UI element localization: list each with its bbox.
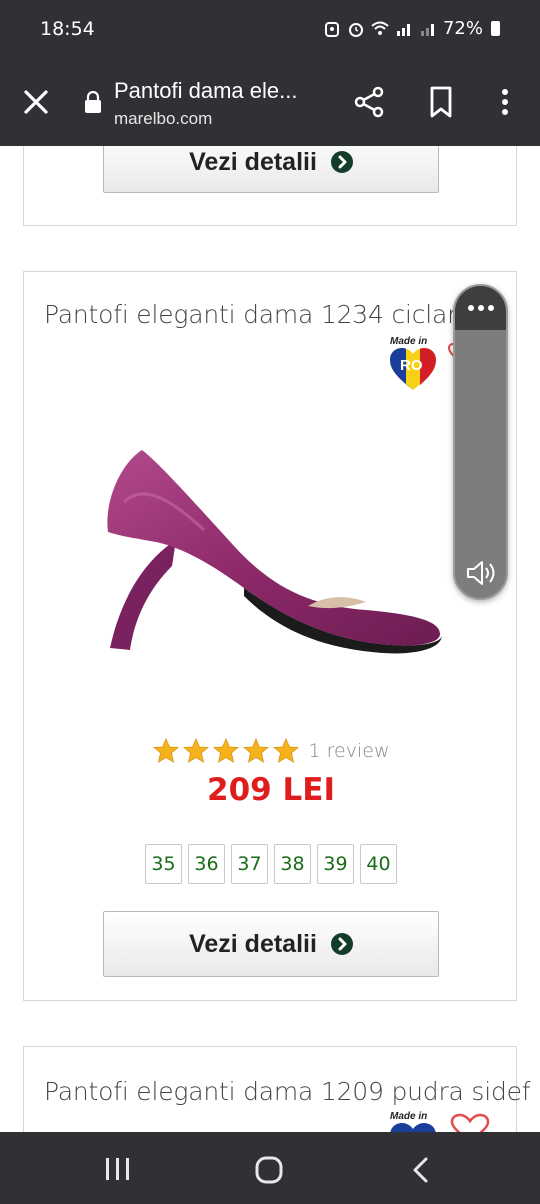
product-price: 209 LEI <box>207 772 335 808</box>
product-title[interactable]: Pantofi eleganti dama 1209 pudra sidef <box>44 1077 531 1106</box>
home-icon[interactable] <box>255 1156 283 1184</box>
details-button-label: Vezi detalii <box>189 147 317 176</box>
signal-icon <box>396 23 410 36</box>
arrow-right-circle-icon <box>330 933 353 955</box>
lock-icon[interactable] <box>84 90 102 114</box>
details-button[interactable]: Vezi detalii <box>103 146 439 193</box>
back-icon[interactable] <box>408 1156 434 1184</box>
product-image[interactable] <box>84 352 464 732</box>
size-option[interactable]: 36 <box>188 844 225 884</box>
arrow-right-circle-icon <box>330 151 353 173</box>
size-list: 35 36 37 38 39 40 <box>24 844 518 884</box>
size-option[interactable]: 35 <box>145 844 182 884</box>
details-button-label: Vezi detalii <box>189 929 317 958</box>
page-url[interactable]: marelbo.com <box>114 109 212 129</box>
more-options-icon[interactable] <box>465 298 497 318</box>
volume-icon[interactable] <box>465 558 499 588</box>
wishlist-heart-icon[interactable] <box>450 1113 490 1132</box>
media-volume-panel[interactable] <box>453 284 508 600</box>
product-card[interactable]: Pantofi eleganti dama 1234 ciclam s Made… <box>23 271 517 1001</box>
browser-toolbar: Pantofi dama ele... marelbo.com <box>0 60 540 146</box>
status-time: 18:54 <box>40 18 95 40</box>
app-notification-icon <box>324 21 339 37</box>
more-menu-icon[interactable] <box>490 84 520 120</box>
product-card-next[interactable]: Pantofi eleganti dama 1209 pudra sidef M… <box>23 1046 531 1132</box>
page-title[interactable]: Pantofi dama ele... <box>114 78 297 104</box>
svg-text:Made in: Made in <box>390 336 427 347</box>
product-title[interactable]: Pantofi eleganti dama 1234 ciclam s <box>44 300 492 329</box>
battery-icon <box>491 21 500 36</box>
size-option[interactable]: 39 <box>317 844 354 884</box>
share-icon[interactable] <box>352 84 388 120</box>
status-icons: 72% <box>323 18 500 39</box>
system-navigation-bar <box>0 1132 540 1204</box>
product-rating: 1 review <box>24 738 518 764</box>
star-icon <box>242 738 269 763</box>
battery-percent: 72% <box>442 18 483 39</box>
made-in-ro-badge: Made in <box>390 1111 436 1132</box>
alarm-icon <box>348 22 363 37</box>
details-button[interactable]: Vezi detalii <box>103 911 439 977</box>
star-icon <box>182 738 209 763</box>
signal-2-icon <box>420 23 434 36</box>
product-card-previous: Vezi detalii <box>23 146 517 226</box>
recent-apps-icon[interactable] <box>104 1156 132 1182</box>
size-option[interactable]: 38 <box>274 844 311 884</box>
wifi-icon <box>371 21 389 35</box>
bookmark-icon[interactable] <box>424 84 458 120</box>
close-icon[interactable] <box>18 84 54 120</box>
status-bar: 18:54 72% <box>0 0 540 60</box>
star-icon <box>212 738 239 763</box>
review-count[interactable]: 1 review <box>309 740 390 762</box>
svg-text:Made in: Made in <box>390 1111 427 1122</box>
star-icon <box>272 738 299 763</box>
star-icon <box>152 738 179 763</box>
size-option[interactable]: 40 <box>360 844 397 884</box>
size-option[interactable]: 37 <box>231 844 268 884</box>
